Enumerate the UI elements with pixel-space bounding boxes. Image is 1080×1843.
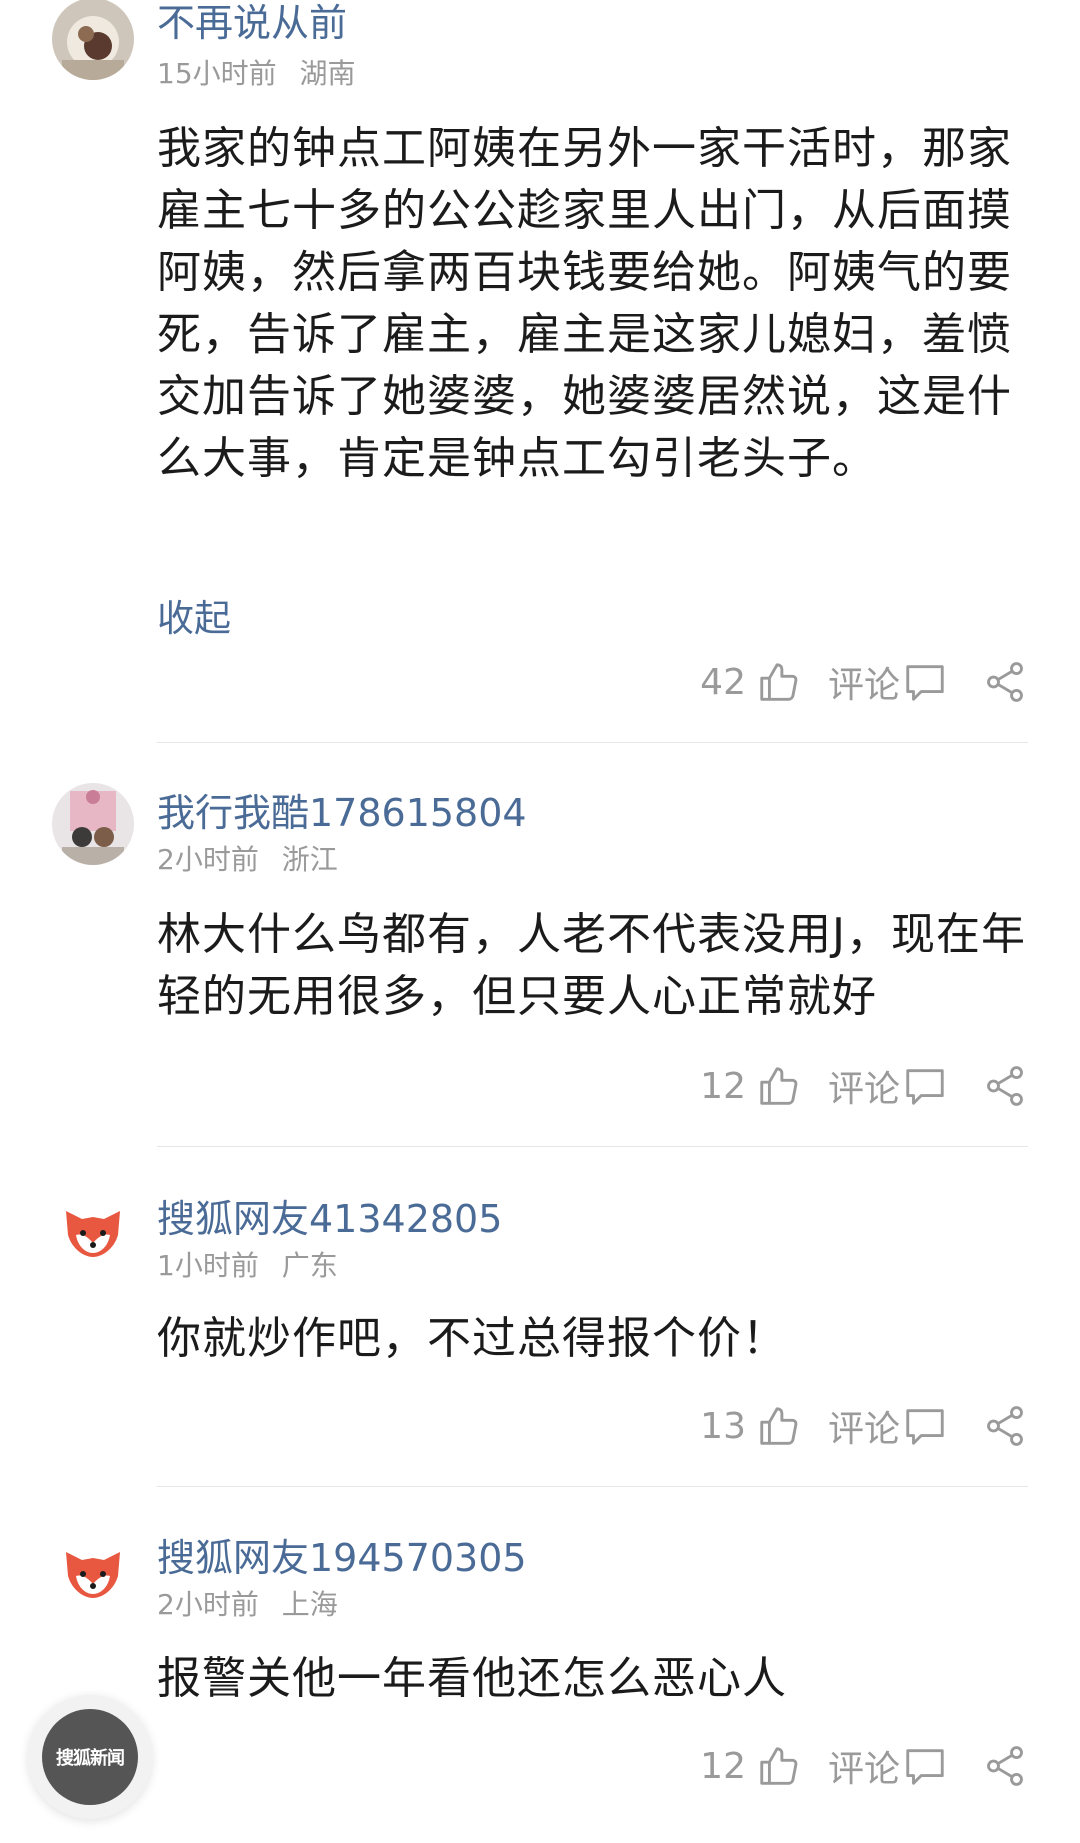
comment-actions: 13 评论 [700, 1401, 1028, 1451]
thumbs-up-icon[interactable] [756, 659, 802, 705]
thumbs-up-icon[interactable] [756, 1743, 802, 1789]
username[interactable]: 搜狐网友41342805 [157, 1188, 502, 1243]
user-avatar[interactable] [52, 0, 134, 80]
user-avatar[interactable] [52, 1189, 134, 1271]
user-avatar[interactable] [52, 783, 134, 865]
like-count: 12 [700, 1745, 746, 1787]
comment-actions: 12 评论 [700, 1741, 1028, 1791]
thumbs-up-icon[interactable] [756, 1403, 802, 1449]
comment-actions: 12 评论 [700, 1061, 1028, 1111]
comment-time: 1小时前 [157, 1249, 259, 1282]
share-icon[interactable] [982, 1743, 1028, 1789]
comment-meta: 1小时前 广东 [157, 1244, 338, 1284]
comment-meta: 2小时前 浙江 [157, 838, 338, 878]
comment-time: 15小时前 [157, 57, 277, 90]
comment-location: 湖南 [299, 57, 356, 90]
share-icon[interactable] [982, 1403, 1028, 1449]
comment-bubble-icon[interactable] [902, 1063, 948, 1109]
comment-bubble-icon[interactable] [902, 1403, 948, 1449]
comment-time: 2小时前 [157, 843, 259, 876]
fox-avatar-icon [52, 1189, 134, 1271]
photo-avatar-icon [52, 0, 134, 80]
share-icon[interactable] [982, 659, 1028, 705]
comment-location: 浙江 [281, 843, 338, 876]
user-avatar[interactable] [52, 1530, 134, 1612]
photo-avatar-icon [52, 783, 134, 865]
fox-avatar-icon [52, 1530, 134, 1612]
share-icon[interactable] [982, 1063, 1028, 1109]
comment-button-label[interactable]: 评论 [828, 1060, 900, 1112]
thumbs-up-icon[interactable] [756, 1063, 802, 1109]
comment-text: 报警关他一年看他还怎么恶心人 [157, 1653, 787, 1704]
sohu-news-floating-logo[interactable]: 搜狐新闻 [28, 1695, 152, 1819]
comment-text: 我家的钟点工阿姨在另外一家干活时，那家雇主七十多的公公趁家里人出门，从后面摸阿姨… [157, 123, 1012, 484]
collapse-link[interactable]: 收起 [157, 588, 231, 642]
like-count: 12 [700, 1065, 746, 1107]
comment-meta: 15小时前 湖南 [157, 52, 356, 92]
divider [157, 742, 1028, 743]
comment-time: 2小时前 [157, 1588, 259, 1621]
comment-bubble-icon[interactable] [902, 1743, 948, 1789]
comment-bubble-icon[interactable] [902, 659, 948, 705]
comment-text: 你就炒作吧，不过总得报个价！ [157, 1313, 787, 1364]
divider [157, 1146, 1028, 1147]
comment-location: 上海 [281, 1588, 338, 1621]
comment-meta: 2小时前 上海 [157, 1583, 338, 1623]
comment-button-label[interactable]: 评论 [828, 656, 900, 708]
username[interactable]: 不再说从前 [157, 0, 347, 47]
comment-location: 广东 [281, 1249, 338, 1282]
comment-button-label[interactable]: 评论 [828, 1740, 900, 1792]
like-count: 42 [700, 661, 746, 703]
sohu-news-watermark: 搜狐新闻 [42, 1709, 138, 1805]
like-count: 13 [700, 1405, 746, 1447]
username[interactable]: 搜狐网友194570305 [157, 1527, 527, 1582]
divider [157, 1486, 1028, 1487]
comment-button-label[interactable]: 评论 [828, 1400, 900, 1452]
username[interactable]: 我行我酷178615804 [157, 782, 527, 837]
comment-text: 林大什么鸟都有，人老不代表没用J，现在年轻的无用很多，但只要人心正常就好 [157, 909, 1026, 1022]
comment-actions: 42 评论 [700, 657, 1028, 707]
